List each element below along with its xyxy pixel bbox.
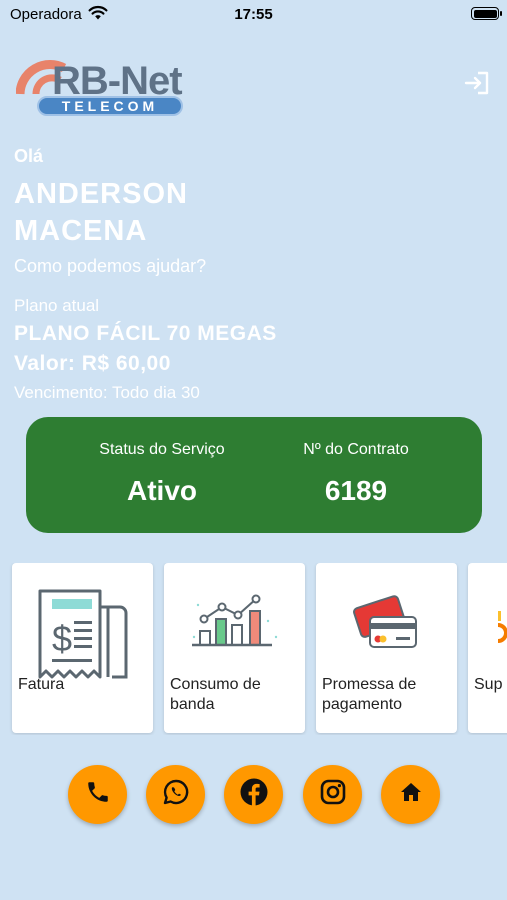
bandwidth-chart-icon xyxy=(164,581,305,681)
contract-number: Nº do Contrato 6189 xyxy=(256,441,456,507)
greeting-hello: Olá xyxy=(14,146,44,166)
card-fatura-label: Fatura xyxy=(18,676,65,693)
clock: 17:55 xyxy=(234,6,273,23)
battery-icon xyxy=(471,7,502,20)
logout-icon[interactable] xyxy=(464,70,490,96)
instagram-button[interactable] xyxy=(303,765,362,824)
card-promessa-de-pagamento[interactable]: Promessa de pagamento xyxy=(316,563,457,733)
home-icon xyxy=(399,780,423,809)
feature-cards-carousel[interactable]: $ Fatura Consumo de banda Promessa de pa… xyxy=(0,563,507,735)
service-status-label: Status do Serviço xyxy=(99,441,225,458)
status-bar: Operadora 17:55 xyxy=(0,0,507,30)
contract-number-value: 6189 xyxy=(324,475,388,506)
whatsapp-button[interactable] xyxy=(146,765,205,824)
card-promessa-de-pagamento-label: Promessa de pagamento xyxy=(322,676,417,713)
plan-name: PLANO FÁCIL 70 MEGAS xyxy=(14,322,277,345)
facebook-button[interactable] xyxy=(224,765,283,824)
credit-card-icon xyxy=(316,581,457,681)
whatsapp-icon xyxy=(162,778,190,811)
user-name: ANDERSON MACENA xyxy=(14,178,188,247)
facebook-icon xyxy=(239,777,269,812)
service-status-card: Status do Serviço Ativo Nº do Contrato 6… xyxy=(26,417,482,533)
home-button[interactable] xyxy=(381,765,440,824)
phone-icon xyxy=(85,779,111,810)
card-consumo-de-banda-label: Consumo de banda xyxy=(170,676,261,713)
phone-button[interactable] xyxy=(68,765,127,824)
invoice-icon: $ xyxy=(12,581,153,681)
plan-label: Plano atual xyxy=(14,296,100,315)
svg-text:$: $ xyxy=(52,618,72,659)
plan-value: Valor: R$ 60,00 xyxy=(14,352,171,375)
service-status: Status do Serviço Ativo xyxy=(62,441,262,507)
plan-due-date: Vencimento: Todo dia 30 xyxy=(14,383,200,402)
svg-text:TELECOM: TELECOM xyxy=(62,98,158,114)
instagram-icon xyxy=(320,779,346,810)
help-text: Como podemos ajudar? xyxy=(14,256,207,276)
contact-buttons xyxy=(0,765,507,825)
card-suporte-label: Sup xyxy=(474,676,503,693)
card-fatura[interactable]: $ Fatura xyxy=(12,563,153,733)
contract-number-label: Nº do Contrato xyxy=(303,441,409,458)
card-consumo-de-banda[interactable]: Consumo de banda xyxy=(164,563,305,733)
service-status-value: Ativo xyxy=(127,475,197,506)
support-icon xyxy=(468,581,507,681)
rbnet-logo: RB-Net TELECOM xyxy=(15,52,206,118)
card-suporte[interactable]: Sup xyxy=(468,563,507,733)
